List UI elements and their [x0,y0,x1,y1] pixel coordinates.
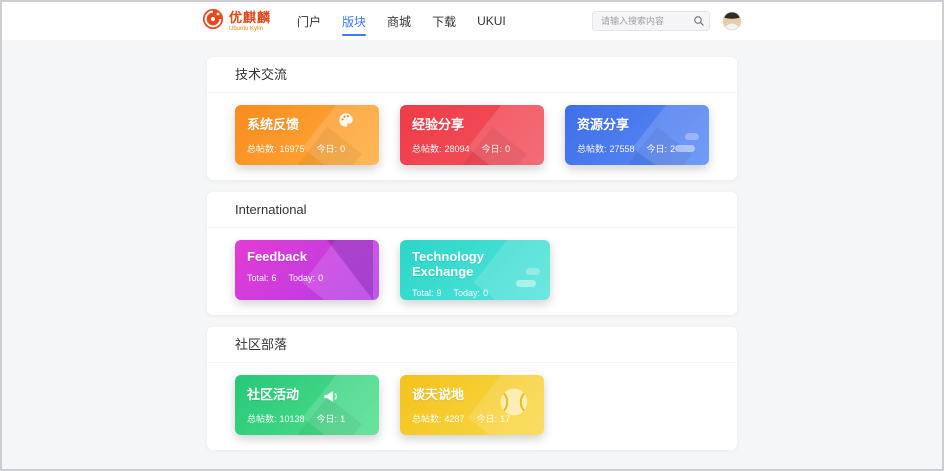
card-today-label: 今日: [316,414,338,424]
logo-title: 优麒麟 [229,9,272,25]
card-today-label: 今日: [481,144,503,154]
card-total-label: 总帖数: [412,414,442,424]
card-total-value: 27558 [609,144,635,154]
card-total-stat: Total: 9 [412,288,442,298]
card-total-stat: 总帖数: 10138 [247,412,305,425]
card-title: 谈天说地 [412,387,465,402]
card-total-value: 4287 [444,414,465,424]
card-stats: Total: 9 Today: 0 [412,288,538,298]
card-today-value: 2 [670,144,676,154]
card-today-value: 1 [340,414,346,424]
card-today-value: 0 [340,144,346,154]
card-total-value: 6 [271,273,277,283]
card-stats: 总帖数: 16975 今日: 0 [247,142,367,155]
card-stats: 总帖数: 28094 今日: 0 [412,142,532,155]
nav-item-mall[interactable]: 商城 [387,2,411,40]
card-row: Feedback Total: 6 Today: 0 Technology Exch… [207,228,737,315]
header: 优麒麟 Ubuntu Kylin 门户 版块 商城 下载 UKUI [2,2,942,40]
section-title: 社区部落 [207,327,737,363]
card-title: 资源分享 [577,117,630,132]
card-today-value: 0 [505,144,511,154]
card-title: 社区活动 [247,387,300,402]
forum-board-list: 技术交流 系统反馈 总帖数: 16975 今日: 0 经验分享 总帖数: 280… [207,40,737,450]
card-today-label: Today: [453,288,481,298]
forum-card-feedback[interactable]: Feedback Total: 6 Today: 0 [235,240,379,300]
forum-card-system-feedback[interactable]: 系统反馈 总帖数: 16975 今日: 0 [235,105,379,165]
section-title: International [207,192,737,228]
card-total-label: 总帖数: [247,144,277,154]
card-total-value: 9 [436,288,442,298]
forum-card-community-activity[interactable]: 社区活动 总帖数: 10138 今日: 1 [235,375,379,435]
nav-item-forum[interactable]: 版块 [342,2,367,40]
forum-card-technology-exchange[interactable]: Technology Exchange Total: 9 Today: 0 [400,240,550,300]
card-today-label: 今日: [316,144,338,154]
header-inner: 优麒麟 Ubuntu Kylin 门户 版块 商城 下载 UKUI [202,2,742,40]
card-title: 系统反馈 [247,117,300,132]
card-total-value: 16975 [279,144,305,154]
card-decoration [516,280,536,287]
card-total-label: 总帖数: [247,414,277,424]
card-today-stat: Today: 0 [289,273,324,283]
card-today-stat: Today: 0 [454,288,489,298]
card-total-value: 10138 [279,414,305,424]
card-row: 系统反馈 总帖数: 16975 今日: 0 经验分享 总帖数: 28094 今日: 0 [207,93,737,180]
main-nav: 门户 版块 商城 下载 UKUI [297,2,506,40]
card-total-stat: 总帖数: 27558 [577,142,635,155]
section-international: International Feedback Total: 6 Today: 0 T… [207,192,737,315]
card-today-value: 17 [500,414,511,424]
nav-item-portal[interactable]: 门户 [297,2,321,40]
forum-card-chat[interactable]: 谈天说地 总帖数: 4287 今日: 17 [400,375,544,435]
card-title: 经验分享 [412,117,465,132]
search-icon[interactable] [693,15,705,27]
card-today-stat: 今日: 2 [647,142,676,155]
search-box [592,11,710,31]
card-today-value: 0 [318,273,324,283]
card-total-stat: 总帖数: 16975 [247,142,305,155]
card-today-stat: 今日: 17 [477,412,511,425]
card-today-value: 0 [483,288,489,298]
logo-subtitle: Ubuntu Kylin [229,25,264,32]
card-total-label: 总帖数: [412,144,442,154]
card-total-stat: 总帖数: 4287 [412,412,465,425]
section-tech-exchange: 技术交流 系统反馈 总帖数: 16975 今日: 0 经验分享 总帖数: 280… [207,57,737,180]
card-stats: 总帖数: 27558 今日: 2 [577,142,697,155]
card-row: 社区活动 总帖数: 10138 今日: 1 谈天说地 总帖数: 4287 今日:… [207,363,737,450]
card-total-stat: 总帖数: 28094 [412,142,470,155]
ubuntu-kylin-logo-icon [202,8,224,35]
card-today-stat: 今日: 0 [317,142,346,155]
card-today-label: 今日: [476,414,498,424]
card-title: Feedback [247,249,307,264]
card-today-label: Today: [288,273,316,283]
user-avatar[interactable] [722,11,742,31]
section-title: 技术交流 [207,57,737,93]
nav-item-ukui[interactable]: UKUI [477,2,506,40]
card-decoration [685,133,699,140]
card-stats: Total: 6 Today: 0 [247,273,367,283]
card-today-label: 今日: [646,144,668,154]
card-today-stat: 今日: 0 [482,142,511,155]
card-total-label: Total: [412,288,434,298]
card-total-value: 28094 [444,144,470,154]
card-stats: 总帖数: 4287 今日: 17 [412,412,532,425]
card-today-stat: 今日: 1 [317,412,346,425]
card-total-label: 总帖数: [577,144,607,154]
logo-text: 优麒麟 Ubuntu Kylin [229,11,271,32]
page: 优麒麟 Ubuntu Kylin 门户 版块 商城 下载 UKUI 请输入搜索内… [0,0,944,471]
forum-card-experience-share[interactable]: 经验分享 总帖数: 28094 今日: 0 [400,105,544,165]
section-community-tribe: 社区部落 社区活动 总帖数: 10138 今日: 1 谈天说地 总帖数: 428… [207,327,737,450]
nav-item-download[interactable]: 下载 [432,2,456,40]
card-title: Technology Exchange [412,249,484,279]
card-total-label: Total: [247,273,269,283]
forum-card-resource-share[interactable]: 资源分享 总帖数: 27558 今日: 2 [565,105,709,165]
logo[interactable]: 优麒麟 Ubuntu Kylin [202,8,271,35]
card-total-stat: Total: 6 [247,273,277,283]
card-stats: 总帖数: 10138 今日: 1 [247,412,367,425]
